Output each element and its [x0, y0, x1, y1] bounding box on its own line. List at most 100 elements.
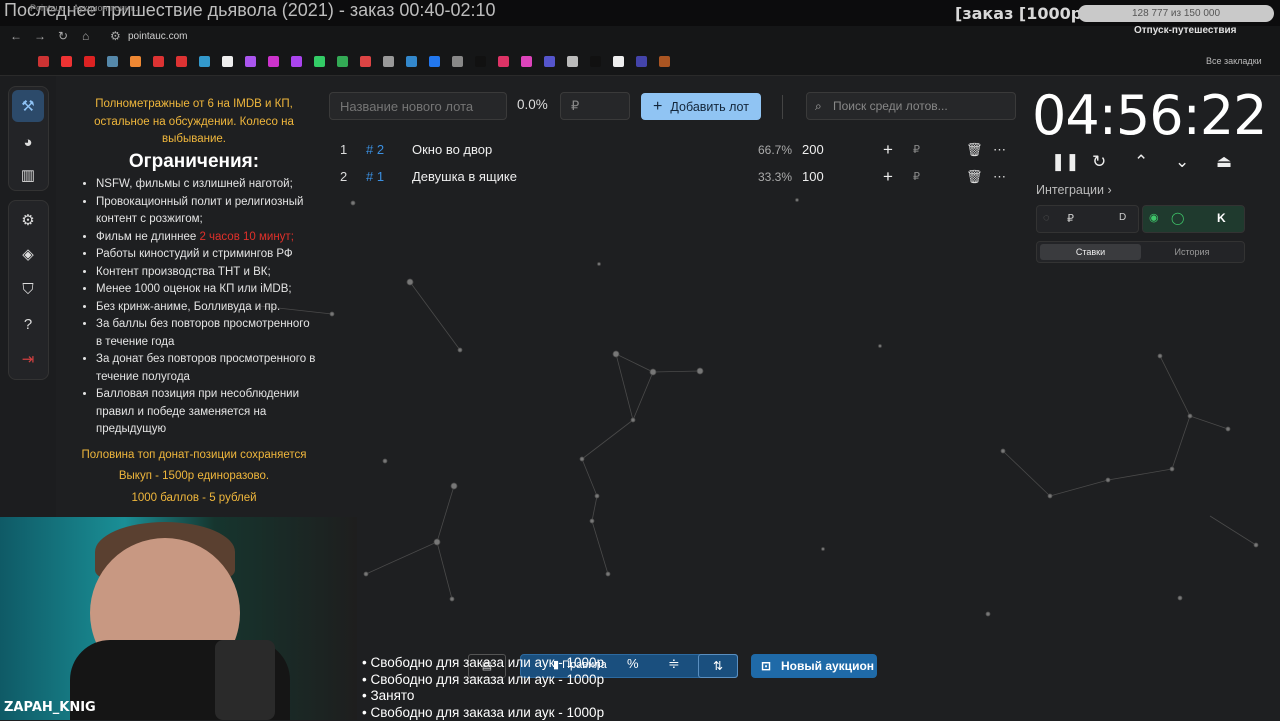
chevron-right-icon: › [1108, 183, 1112, 197]
pause-icon[interactable]: ❚❚ [1051, 152, 1080, 172]
bookmark-favicon-icon[interactable] [153, 56, 164, 67]
home-icon[interactable]: ⌂ [82, 29, 89, 43]
bookmark-favicon-icon[interactable] [406, 56, 417, 67]
auction-timer: 04:56:22 [1032, 84, 1267, 147]
bookmark-favicon-icon[interactable] [590, 56, 601, 67]
rule-item: Фильм не длиннее 2 часов 10 минут; [96, 229, 318, 247]
add-amount-icon[interactable]: + [883, 137, 893, 163]
bookmark-favicon-icon[interactable] [498, 56, 509, 67]
stats-bar-icon[interactable]: ▥ [12, 159, 44, 191]
chevron-up-icon[interactable]: ⌃ [1134, 152, 1148, 172]
lot-amount: 200 [802, 137, 824, 163]
bookmark-favicon-icon[interactable] [199, 56, 210, 67]
bookmark-favicon-icon[interactable] [521, 56, 532, 67]
eject-icon[interactable]: ⏏ [1216, 152, 1232, 172]
search-icon: ⌕ [815, 93, 822, 119]
bookmark-favicon-icon[interactable] [61, 56, 72, 67]
bookmark-favicon-icon[interactable] [567, 56, 578, 67]
rules-note: Половина топ донат-позиции сохраняется [70, 447, 318, 465]
all-bookmarks-link[interactable]: Все закладки [1206, 56, 1262, 66]
bookmark-favicon-icon[interactable] [636, 56, 647, 67]
bookmark-favicon-icon[interactable] [107, 56, 118, 67]
order-badge: [заказ [1000р] [955, 4, 1090, 23]
search-placeholder: Поиск среди лотов... [833, 99, 948, 113]
tab-bets[interactable]: Ставки [1040, 244, 1141, 260]
ruble-input[interactable]: ₽ [913, 137, 920, 163]
bookmark-favicon-icon[interactable] [245, 56, 256, 67]
bookmark-favicon-icon[interactable] [429, 56, 440, 67]
new-lot-name-input[interactable] [329, 92, 507, 120]
lot-amount: 100 [802, 164, 824, 190]
add-amount-icon[interactable]: + [883, 164, 893, 190]
chevron-down-icon[interactable]: ⌄ [1175, 152, 1189, 172]
bookmark-favicon-icon[interactable] [360, 56, 371, 67]
bookmark-favicon-icon[interactable] [291, 56, 302, 67]
delete-icon[interactable]: 🗑 [966, 137, 983, 163]
new-auction-button[interactable]: ⊡Новый аукцион [751, 654, 877, 678]
bookmark-favicon-icon[interactable] [38, 56, 49, 67]
order-line: • Свободно для заказа или аук - 1000р [362, 655, 692, 672]
bookmark-favicon-icon[interactable] [130, 56, 141, 67]
rule-item: За баллы без повторов просмотренного в т… [96, 316, 318, 351]
lot-name[interactable]: Окно во двор [412, 137, 492, 163]
wheel-pie-icon[interactable]: ◕ [12, 126, 44, 158]
bookmark-favicon-icon[interactable] [383, 56, 394, 67]
lot-id: # 1 [366, 164, 384, 190]
plus-icon: + [653, 98, 662, 115]
tab-history[interactable]: История [1142, 244, 1242, 260]
help-icon[interactable]: ? [12, 308, 44, 340]
site-info-icon[interactable]: ⚙ [110, 29, 121, 43]
bookmark-favicon-icon[interactable] [452, 56, 463, 67]
url-field[interactable]: pointauc.com [128, 31, 187, 42]
bookmark-favicon-icon[interactable] [613, 56, 624, 67]
browser-tab[interactable]: Pointauc - Аукцион поинт... [30, 3, 141, 13]
integrations-link[interactable]: Интеграции › [1036, 183, 1112, 197]
bookmark-favicon-icon[interactable] [222, 56, 233, 67]
radio-on-icon: ◉ [1149, 211, 1159, 224]
forward-icon[interactable]: → [34, 29, 46, 43]
rule-item: Работы киностудий и стримингов РФ [96, 246, 318, 264]
rules-panel: Полнометражные от 6 на IMDB и КП, осталь… [70, 96, 318, 507]
extension-label: Отпуск-путешествия [1134, 25, 1236, 36]
restart-icon[interactable]: ↻ [1092, 152, 1106, 172]
settings-gear-icon[interactable]: ⚙ [12, 204, 44, 236]
rules-note: 1000 баллов - 5 рублей [70, 490, 318, 508]
logout-icon[interactable]: ⇥ [12, 343, 44, 375]
shield-check-icon[interactable]: ⛉ [12, 273, 44, 305]
more-icon[interactable]: ⋯ [993, 164, 1006, 190]
bookmark-favicon-icon[interactable] [337, 56, 348, 67]
integration-donation[interactable]: ◌ ₽ D [1036, 205, 1139, 233]
layers-icon[interactable]: ◈ [12, 238, 44, 270]
integrations-label: Интеграции [1036, 183, 1104, 197]
vk-icon: K [1217, 211, 1226, 225]
bookmark-favicon-icon[interactable] [176, 56, 187, 67]
lot-percent: 66.7% [758, 137, 792, 163]
rule-item: Провокационный полит и религиозный конте… [96, 194, 318, 229]
back-icon[interactable]: ← [10, 29, 22, 43]
ruble-input[interactable]: ₽ [913, 164, 920, 190]
bookmark-favicon-icon[interactable] [659, 56, 670, 67]
sort-icon[interactable]: ⇅ [698, 654, 738, 678]
toolbar-divider [782, 95, 783, 119]
lot-row: 2 # 1 Девушка в ящике 33.3% 100 + ₽ 🗑 ⋯ [330, 164, 1020, 190]
order-line: • Свободно для заказа или аук - 1000р [362, 672, 692, 689]
bookmark-favicon-icon[interactable] [268, 56, 279, 67]
ruble-icon: ₽ [1067, 212, 1074, 225]
new-lot-amount-input[interactable]: ₽ [560, 92, 630, 120]
lot-name[interactable]: Девушка в ящике [412, 164, 517, 190]
new-auction-icon: ⊡ [761, 654, 771, 678]
lot-number: 2 [340, 164, 347, 190]
reload-icon[interactable]: ↻ [58, 29, 68, 43]
more-icon[interactable]: ⋯ [993, 137, 1006, 163]
streamer-name: ZAPAH_KNIG [4, 700, 96, 715]
bookmark-favicon-icon[interactable] [475, 56, 486, 67]
auction-hammer-icon[interactable]: ⚒ [12, 90, 44, 122]
bookmark-favicon-icon[interactable] [84, 56, 95, 67]
add-lot-button[interactable]: +Добавить лот [641, 93, 761, 120]
lot-search-input[interactable]: ⌕ Поиск среди лотов... [806, 92, 1016, 120]
bookmark-favicon-icon[interactable] [314, 56, 325, 67]
rule-item: NSFW, фильмы с излишней наготой; [96, 176, 318, 194]
bookmark-favicon-icon[interactable] [544, 56, 555, 67]
delete-icon[interactable]: 🗑 [966, 164, 983, 190]
integration-vk[interactable]: ◉ ◯ K [1142, 205, 1245, 233]
